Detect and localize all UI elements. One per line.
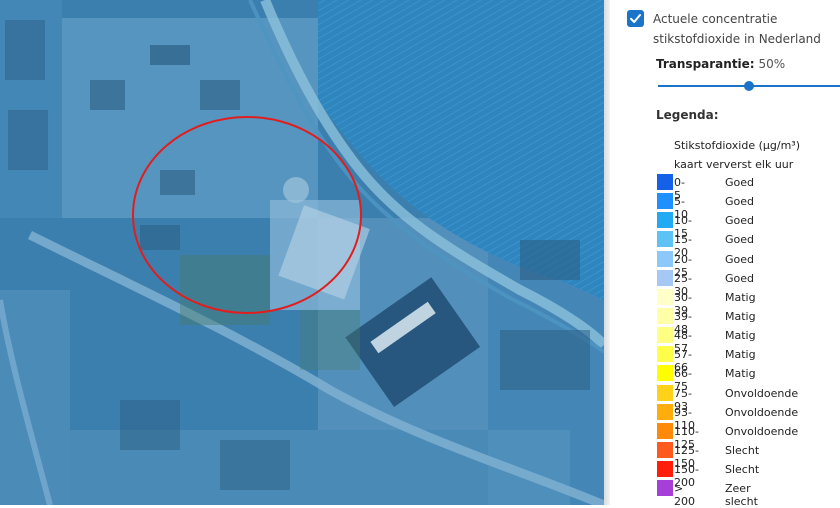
legend-heading: Legenda: [656,108,719,122]
legend-swatch [657,461,673,478]
legend-swatch [657,365,673,382]
legend-quality: Goed [725,233,755,247]
map-canvas [0,0,604,505]
legend-swatch [657,269,673,286]
legend-swatch [657,307,673,324]
legend-range: > 200 [674,482,695,508]
legend-quality: Slecht [725,463,760,477]
legend-quality: Goed [725,271,755,285]
transparency-slider[interactable] [658,79,840,93]
legend-quality: Goed [725,195,755,209]
map-view[interactable] [0,0,604,505]
transparency-label: Transparantie: 50% [656,57,785,71]
legend-swatch [657,327,673,344]
legend-quality: Zeer slecht [725,482,758,508]
legend-swatch [657,346,673,363]
legend-swatch [657,480,673,497]
transparency-value: 50% [758,57,786,71]
legend-swatch [657,212,673,229]
legend-swatch [657,193,673,210]
legend-quality: Matig [725,290,756,304]
legend-quality: Onvoldoende [725,405,799,419]
legend-refresh-note: kaart ververst elk uur [674,158,794,171]
legend-swatch [657,288,673,305]
legend-swatch [657,384,673,401]
legend-subtitle: Stikstofdioxide (µg/m³) kaart ververst e… [674,136,800,174]
legend-quality: Matig [725,309,756,323]
legend-quality: Matig [725,329,756,343]
legend-quality: Goed [725,214,755,228]
layer-panel: Actuele concentratie stikstofdioxide in … [610,0,840,508]
slider-thumb[interactable] [744,81,754,91]
legend-unit: Stikstofdioxide (µg/m³) [674,139,801,152]
transparency-label-text: Transparantie: [656,57,755,71]
legend-quality: Goed [725,252,755,266]
legend-swatch [657,231,673,248]
legend-quality: Onvoldoende [725,386,799,400]
layer-title[interactable]: Actuele concentratie stikstofdioxide in … [653,9,838,49]
legend-quality: Matig [725,367,756,381]
legend-swatch [657,174,673,190]
legend-swatch [657,250,673,267]
layer-checkbox[interactable] [627,10,644,27]
legend-quality: Matig [725,348,756,362]
checkmark-icon [630,14,641,23]
legend-swatch [657,422,673,439]
legend-swatch [657,441,673,458]
legend-quality: Slecht [725,443,760,457]
legend-swatch [657,403,673,420]
legend-quality: Goed [725,176,755,189]
legend-quality: Onvoldoende [725,424,799,438]
